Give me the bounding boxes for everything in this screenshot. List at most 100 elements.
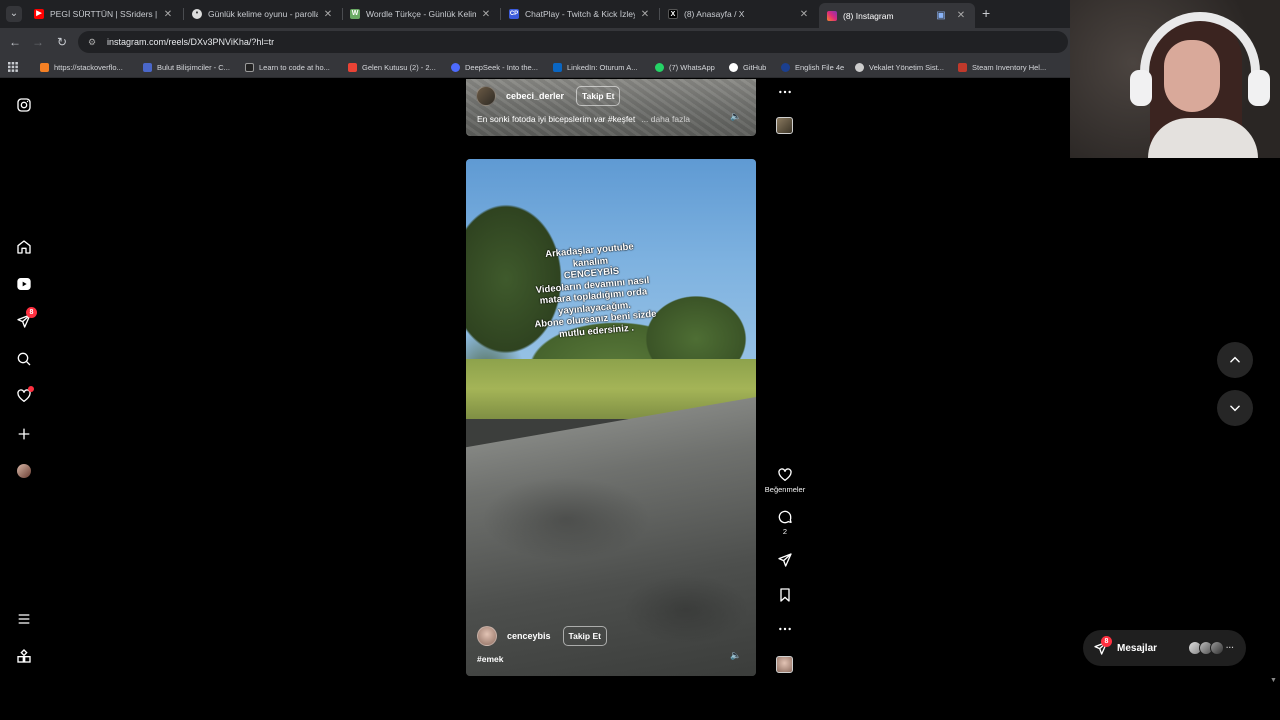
bookmark-linkedin[interactable]: LinkedIn: Oturum A... bbox=[553, 60, 637, 74]
heart-icon bbox=[778, 468, 792, 481]
bookmark-github[interactable]: GitHub bbox=[729, 60, 766, 74]
tab-title: (8) Instagram bbox=[843, 10, 894, 21]
messages-pill[interactable]: 8 Mesajlar ··· bbox=[1083, 630, 1246, 666]
comment-icon bbox=[778, 510, 792, 524]
speaker-icon[interactable]: 🔈 bbox=[730, 649, 742, 661]
create-plus-icon[interactable] bbox=[14, 424, 34, 444]
bookmark-english-file[interactable]: English File 4e bbox=[781, 60, 844, 74]
scrollbar-arrow-icon[interactable]: ▼ bbox=[1270, 677, 1277, 684]
bookmark-vekalet[interactable]: Vekalet Yönetim Sist... bbox=[855, 60, 944, 74]
tab-wordle[interactable]: W Wordle Türkçe - Günlük Kelime ✕ bbox=[342, 3, 500, 25]
tab-title: (8) Anasayfa / X bbox=[684, 9, 745, 19]
next-reel-button[interactable] bbox=[1217, 390, 1253, 426]
tab-x-home[interactable]: X (8) Anasayfa / X ✕ bbox=[660, 3, 818, 25]
audio-thumbnail[interactable] bbox=[776, 656, 793, 673]
close-tab-icon[interactable]: ✕ bbox=[480, 9, 492, 20]
close-tab-icon[interactable]: ✕ bbox=[798, 9, 810, 20]
reload-icon[interactable]: ↻ bbox=[54, 34, 70, 50]
current-reel-video[interactable]: Arkadaşlar youtube kanalım CENCEYBİS Vid… bbox=[466, 159, 756, 676]
avatar bbox=[1210, 641, 1224, 655]
close-tab-icon[interactable]: ✕ bbox=[322, 9, 334, 20]
tab-chatplay[interactable]: CP ChatPlay - Twitch & Kick İzleyici ✕ bbox=[501, 3, 659, 25]
instagram-logo-icon[interactable] bbox=[14, 95, 34, 115]
author-username[interactable]: cenceybis bbox=[507, 631, 551, 641]
bookmark-label: English File 4e bbox=[795, 62, 845, 72]
share-button[interactable] bbox=[775, 552, 795, 568]
linkedin-icon bbox=[553, 62, 562, 72]
author-username[interactable]: cebeci_derler bbox=[506, 91, 564, 101]
close-tab-icon[interactable]: ✕ bbox=[162, 9, 174, 20]
back-arrow-icon[interactable]: ← bbox=[7, 34, 23, 50]
bookmark-bulut[interactable]: Bulut Bilişimciler - C... bbox=[143, 60, 230, 74]
address-bar[interactable]: ⚙ instagram.com/reels/DXv3PNViKha/?hl=tr bbox=[78, 31, 1068, 53]
bookmark-label: DeepSeek - Into the... bbox=[465, 62, 538, 72]
comment-button[interactable]: 2 bbox=[775, 509, 795, 536]
messages-badge: 8 bbox=[1101, 636, 1112, 647]
bookmark-gmail[interactable]: Gelen Kutusu (2) - 2... bbox=[348, 60, 436, 74]
stackoverflow-icon bbox=[40, 62, 49, 72]
bookmark-stackoverflow[interactable]: https://stackoverflo... bbox=[40, 60, 123, 74]
profile-avatar[interactable] bbox=[14, 461, 34, 481]
tab-title: Wordle Türkçe - Günlük Kelime bbox=[366, 9, 476, 19]
more-menu-icon[interactable] bbox=[14, 609, 34, 629]
messages-icon[interactable]: 8 bbox=[14, 307, 37, 331]
tab-gunluk-kelime[interactable]: • Günlük kelime oyunu - parolla ✕ bbox=[184, 3, 342, 25]
search-icon[interactable] bbox=[14, 349, 34, 369]
headset-ear-right bbox=[1248, 70, 1270, 106]
bookmark-label: (7) WhatsApp bbox=[669, 62, 715, 72]
message-avatars: ··· bbox=[1188, 641, 1234, 655]
also-from-meta-icon[interactable] bbox=[14, 646, 34, 666]
follow-button[interactable]: Takip Et bbox=[576, 86, 621, 106]
current-reel-caption: #emek bbox=[477, 654, 503, 664]
bookmark-steam-inventory[interactable]: Steam Inventory Hel... bbox=[958, 60, 1046, 74]
more-dots-icon: ··· bbox=[1226, 643, 1234, 652]
previous-reel-more-button[interactable] bbox=[775, 84, 795, 100]
tab-title: Günlük kelime oyunu - parolla bbox=[208, 9, 318, 19]
x-favicon-icon: X bbox=[668, 9, 678, 19]
more-link[interactable]: ... daha fazla bbox=[641, 114, 690, 124]
follow-button[interactable]: Takip Et bbox=[562, 626, 607, 646]
share-paper-plane-icon bbox=[778, 553, 792, 567]
author-avatar[interactable] bbox=[476, 86, 496, 106]
picture-in-picture-icon[interactable]: ▣ bbox=[935, 10, 947, 21]
author-avatar[interactable] bbox=[477, 626, 497, 646]
forward-arrow-icon[interactable]: → bbox=[30, 34, 46, 50]
new-tab-button[interactable]: + bbox=[982, 5, 990, 21]
bookmark-whatsapp[interactable]: (7) WhatsApp bbox=[655, 60, 715, 74]
bookmark-label: GitHub bbox=[743, 62, 767, 72]
bookmark-label: Vekalet Yönetim Sist... bbox=[869, 62, 944, 72]
hashtag-link[interactable]: #emek bbox=[477, 654, 503, 664]
bookmark-label: Bulut Bilişimciler - C... bbox=[157, 62, 230, 72]
gmail-icon bbox=[348, 62, 357, 72]
messages-badge: 8 bbox=[26, 307, 37, 318]
bookmark-learn-to-code[interactable]: Learn to code at ho... bbox=[245, 60, 330, 74]
bookmark-deepseek[interactable]: DeepSeek - Into the... bbox=[451, 60, 538, 74]
webcam-overlay bbox=[1070, 0, 1280, 158]
tab-pegi-surttun[interactable]: ▶ PEGİ SÜRTTÜN | SSriders | Moto ✕ bbox=[26, 3, 182, 25]
like-label: Beğenmeler bbox=[764, 485, 806, 494]
instagram-page: 8 cebeci_derler Takip Et En sonki fotoda… bbox=[0, 79, 1280, 688]
notifications-heart-icon[interactable] bbox=[14, 386, 34, 406]
home-icon[interactable] bbox=[14, 237, 34, 257]
apps-grid-icon[interactable] bbox=[8, 60, 18, 74]
like-button[interactable]: Beğenmeler bbox=[765, 467, 805, 494]
tab-instagram-active[interactable]: (8) Instagram ▣ ✕ bbox=[819, 3, 975, 28]
close-tab-icon[interactable]: ✕ bbox=[639, 9, 651, 20]
tab-search-chevron-icon[interactable]: ⌄ bbox=[6, 6, 22, 22]
close-tab-icon[interactable]: ✕ bbox=[955, 10, 967, 21]
ellipsis-icon bbox=[779, 627, 791, 631]
previous-reel-button[interactable] bbox=[1217, 342, 1253, 378]
site-info-icon[interactable]: ⚙ bbox=[88, 37, 98, 47]
url-text: instagram.com/reels/DXv3PNViKha/?hl=tr bbox=[107, 37, 275, 47]
wordle-favicon-icon: W bbox=[350, 9, 360, 19]
instagram-favicon-icon bbox=[827, 10, 837, 21]
save-button[interactable] bbox=[775, 587, 795, 603]
caption-text: En sonki fotoda iyi bicepslerim var #keş… bbox=[477, 114, 636, 124]
more-options-button[interactable] bbox=[775, 621, 795, 637]
left-sidebar: 8 bbox=[0, 79, 48, 688]
previous-audio-thumbnail[interactable] bbox=[776, 117, 793, 134]
messages-icon: 8 bbox=[1093, 636, 1112, 656]
bookmark-label: https://stackoverflo... bbox=[54, 62, 123, 72]
speaker-icon[interactable]: 🔈 bbox=[730, 110, 742, 122]
reels-icon[interactable] bbox=[14, 274, 34, 294]
